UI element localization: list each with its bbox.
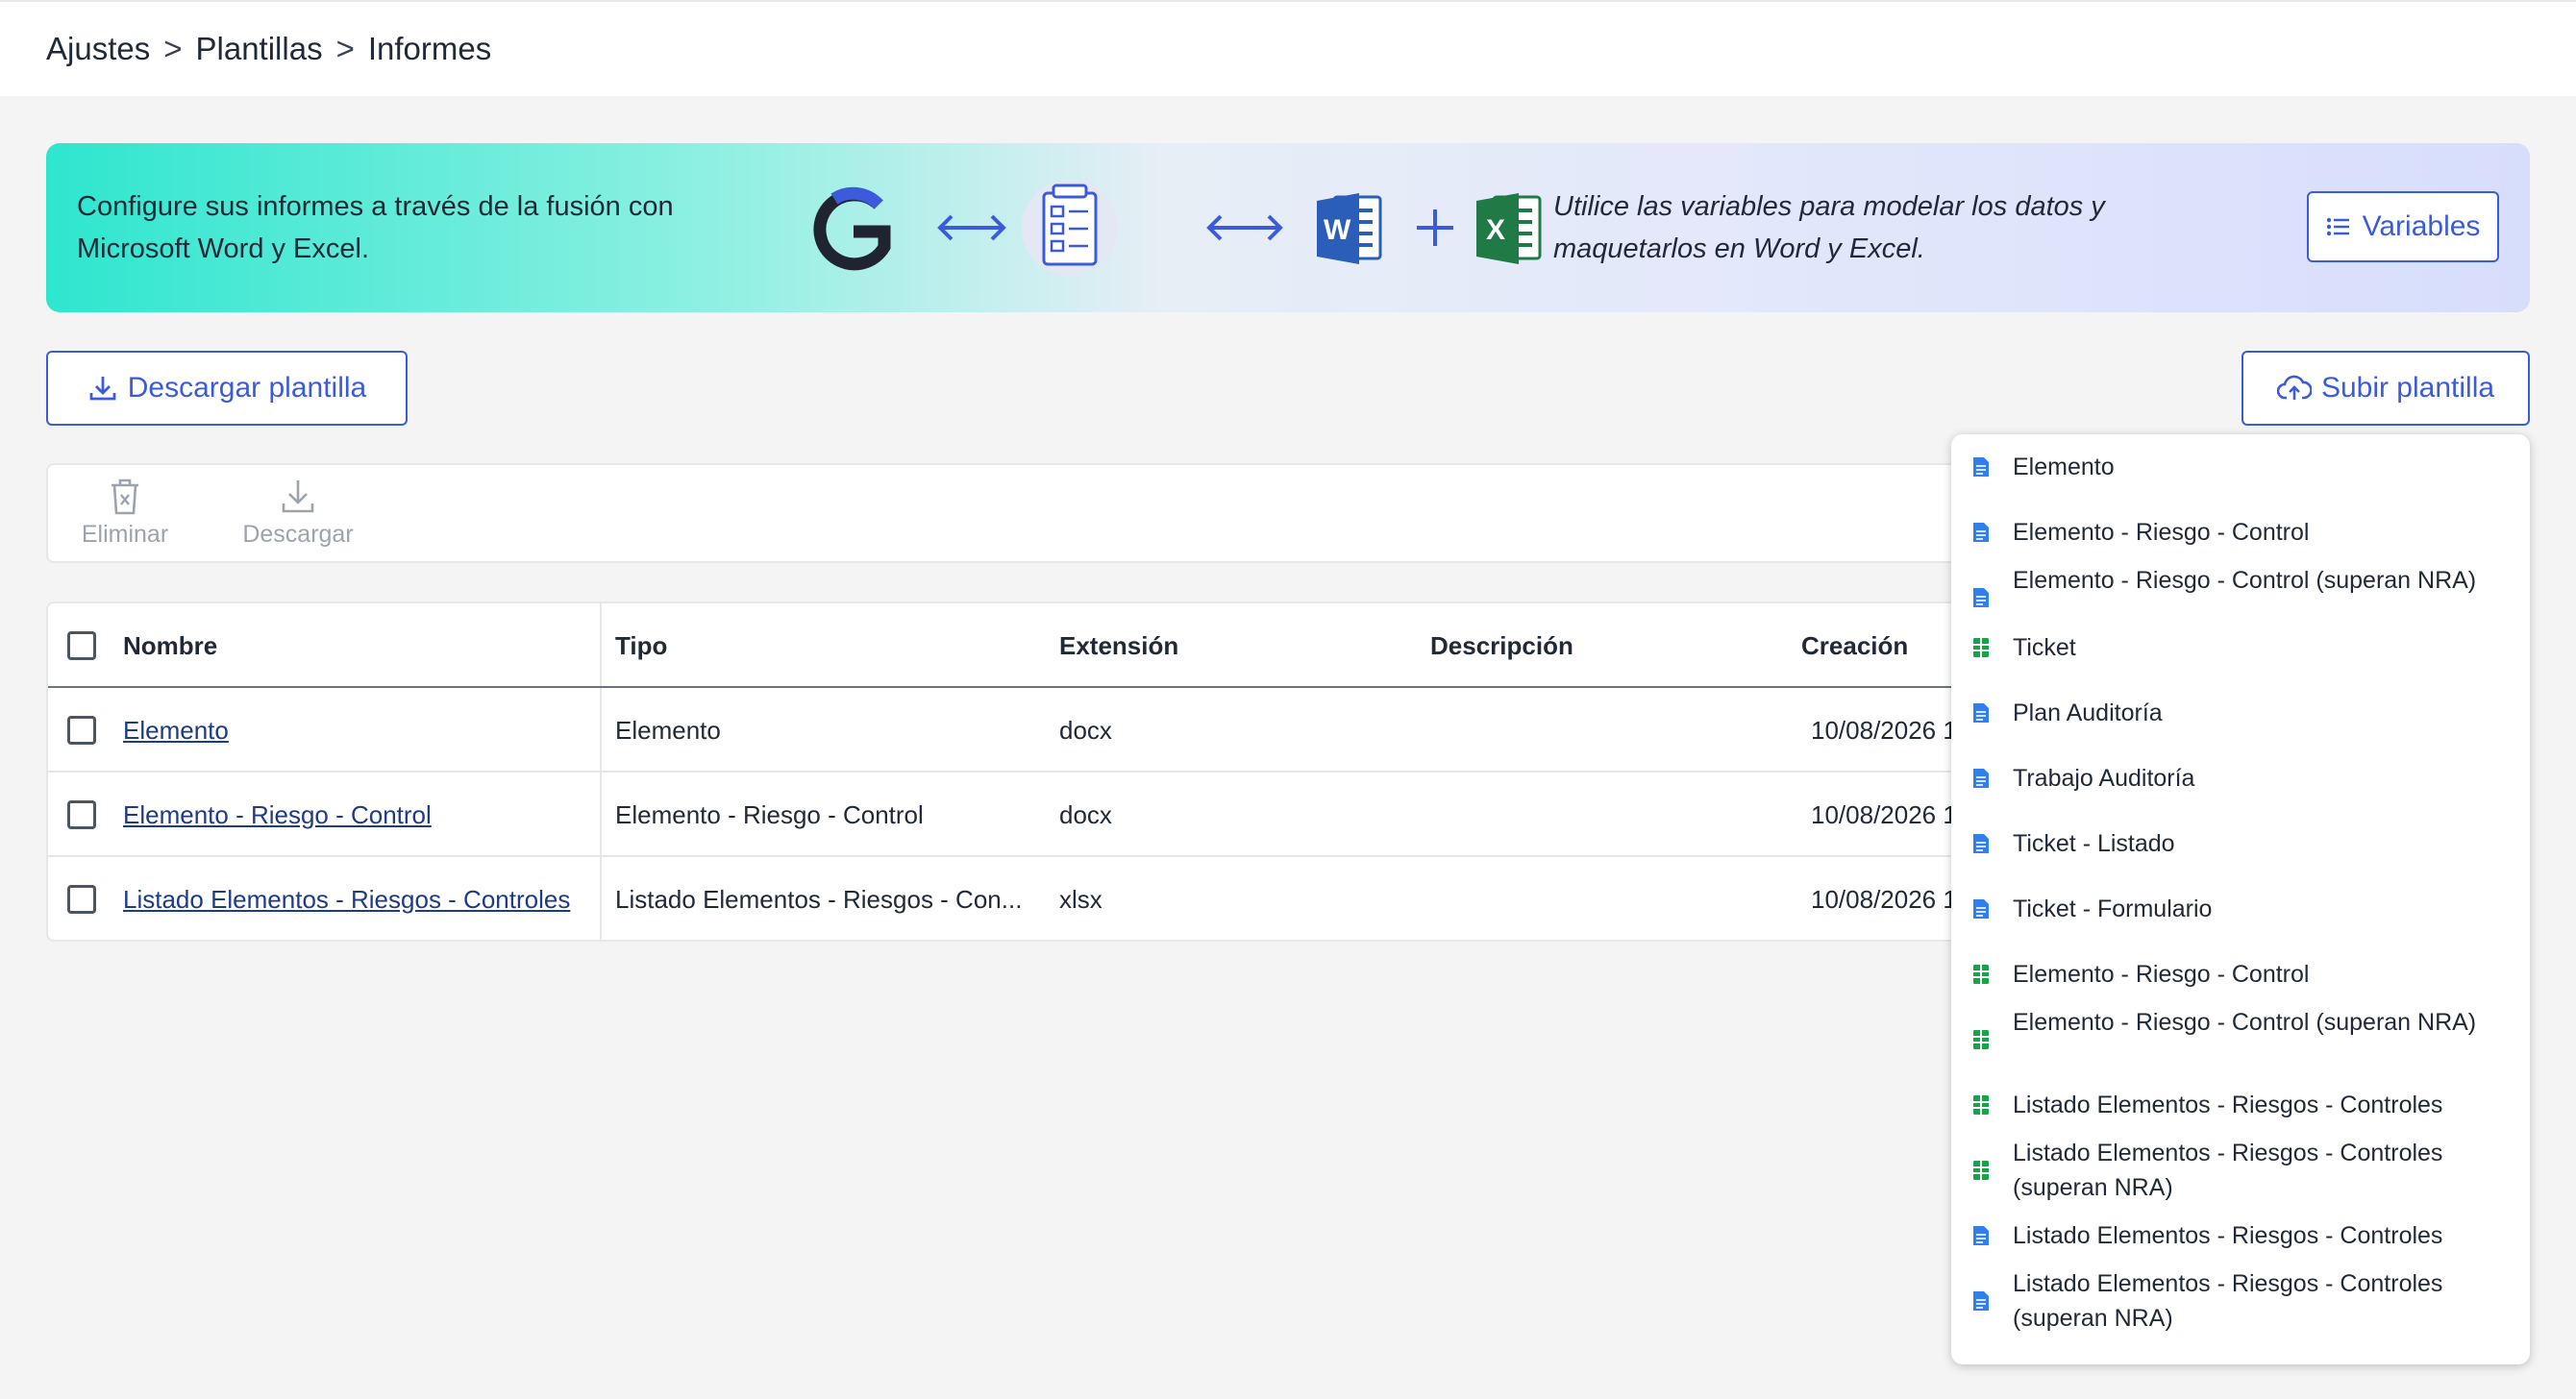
list-icon [2326, 217, 2349, 236]
upload-template-label: Subir plantilla [2320, 372, 2495, 404]
column-header-extension[interactable]: Extensión [1059, 603, 1251, 688]
template-name-link[interactable]: Elemento - Riesgo - Control [123, 800, 432, 830]
upload-menu-item-label: Ticket - Formulario [2013, 896, 2213, 922]
excel-sheet-icon [1973, 1030, 1989, 1049]
upload-menu-item[interactable]: Elemento - Riesgo - Control (superan NRA… [1951, 1005, 2530, 1074]
top-bar: Ajustes > Plantillas > Informes [0, 0, 2576, 96]
cloud-upload-icon [2276, 375, 2312, 400]
excel-icon: X [1476, 193, 1542, 264]
excel-sheet-icon [1973, 1161, 1989, 1180]
banner-integration-icons: W X [813, 180, 1542, 276]
select-all-checkbox[interactable] [67, 631, 96, 660]
row-checkbox[interactable] [67, 800, 96, 829]
template-description [1430, 773, 1719, 857]
template-name-link[interactable]: Listado Elementos - Riesgos - Controles [123, 885, 570, 915]
template-type: Listado Elementos - Riesgos - Con... [615, 884, 1023, 914]
column-header-descripcion[interactable]: Descripción [1430, 603, 1719, 688]
template-extension: docx [1059, 799, 1112, 829]
upload-menu-item[interactable]: Elemento [1951, 450, 2530, 484]
svg-text:X: X [1486, 214, 1505, 246]
word-doc-icon [1973, 769, 1989, 788]
upload-template-menu: Elemento Elemento - Riesgo - Control Eleme… [1951, 434, 2530, 1364]
word-doc-icon [1973, 899, 1989, 919]
word-doc-icon [1973, 703, 1989, 723]
excel-sheet-icon [1973, 965, 1989, 984]
upload-menu-item-label: Plan Auditoría [2013, 700, 2163, 726]
upload-menu-item-label: Trabajo Auditoría [2013, 765, 2195, 792]
upload-menu-item-label: Ticket [2013, 634, 2076, 661]
template-extension: docx [1059, 715, 1112, 745]
breadcrumb-item-ajustes[interactable]: Ajustes [46, 31, 150, 67]
template-description [1430, 688, 1719, 773]
excel-sheet-icon [1973, 638, 1989, 657]
upload-menu-item-label: Ticket - Listado [2013, 830, 2175, 857]
upload-menu-item[interactable]: Ticket - Formulario [1951, 892, 2530, 926]
breadcrumb-item-plantillas[interactable]: Plantillas [196, 31, 323, 67]
double-arrow-icon [1206, 214, 1283, 241]
breadcrumb-separator: > [335, 31, 355, 66]
template-type: Elemento - Riesgo - Control [615, 799, 924, 829]
upload-menu-item-label: Listado Elementos - Riesgos - Controles … [2013, 1270, 2443, 1332]
variables-button-label: Variables [2362, 210, 2481, 242]
word-doc-icon [1973, 457, 1989, 477]
word-doc-icon [1973, 1226, 1989, 1245]
upload-menu-item[interactable]: Ticket [1951, 630, 2530, 665]
download-template-label: Descargar plantilla [127, 372, 367, 404]
word-icon: W [1317, 193, 1382, 264]
template-type: Elemento [615, 715, 721, 745]
upload-menu-item-label: Elemento - Riesgo - Control [2013, 961, 2310, 988]
upload-menu-item-label: Listado Elementos - Riesgos - Controles … [2013, 1140, 2443, 1201]
double-arrow-icon [937, 214, 1006, 241]
svg-text:W: W [1324, 214, 1351, 246]
upload-menu-item-label: Elemento - Riesgo - Control (superan NRA… [2013, 567, 2477, 594]
banner-variables-text: Utilice las variables para modelar los d… [1553, 191, 2105, 264]
download-icon [89, 377, 116, 401]
word-doc-icon [1973, 1291, 1989, 1311]
breadcrumb-item-informes: Informes [367, 31, 492, 66]
delete-button[interactable]: Eliminar [77, 477, 173, 549]
template-form-icon [1022, 180, 1118, 276]
upload-menu-item-label: Elemento - Riesgo - Control (superan NRA… [2013, 1009, 2477, 1036]
row-checkbox[interactable] [67, 716, 96, 745]
row-checkbox[interactable] [67, 885, 96, 914]
download-selected-button[interactable]: Descargar [231, 477, 365, 549]
upload-menu-item[interactable]: Trabajo Auditoría [1951, 761, 2530, 796]
upload-menu-item[interactable]: Ticket - Listado [1951, 826, 2530, 861]
plus-icon [1417, 209, 1453, 246]
template-extension: xlsx [1059, 884, 1102, 914]
download-template-button[interactable]: Descargar plantilla [46, 351, 408, 426]
upload-menu-item-label: Elemento [2013, 454, 2115, 480]
variables-button[interactable]: Variables [2307, 191, 2499, 262]
download-icon [282, 480, 314, 513]
excel-sheet-icon [1973, 1095, 1989, 1115]
upload-menu-item[interactable]: Listado Elementos - Riesgos - Controles … [1951, 1266, 2530, 1336]
breadcrumb: Ajustes > Plantillas > Informes [46, 31, 491, 67]
word-doc-icon [1973, 588, 1989, 607]
column-header-tipo[interactable]: Tipo [615, 603, 1034, 688]
banner-intro-text: Configure sus informes a través de la fu… [77, 191, 674, 264]
upload-menu-item-label: Listado Elementos - Riesgos - Controles [2013, 1222, 2443, 1249]
template-name-link[interactable]: Elemento [123, 716, 229, 746]
breadcrumb-separator: > [163, 31, 183, 66]
column-header-nombre[interactable]: Nombre [123, 603, 594, 688]
upload-menu-item-label: Elemento - Riesgo - Control [2013, 519, 2310, 546]
delete-label: Eliminar [81, 521, 169, 548]
upload-menu-item[interactable]: Listado Elementos - Riesgos - Controles [1951, 1088, 2530, 1122]
template-description [1430, 857, 1719, 940]
upload-menu-item[interactable]: Elemento - Riesgo - Control (superan NRA… [1951, 563, 2530, 632]
upload-template-button[interactable]: Subir plantilla [2242, 351, 2530, 426]
info-banner: Configure sus informes a través de la fu… [46, 143, 2530, 312]
upload-menu-item[interactable]: Listado Elementos - Riesgos - Controles [1951, 1218, 2530, 1253]
g-logo-icon [813, 186, 891, 271]
upload-menu-item[interactable]: Elemento - Riesgo - Control [1951, 957, 2530, 992]
upload-menu-item[interactable]: Listado Elementos - Riesgos - Controles … [1951, 1136, 2530, 1205]
word-doc-icon [1973, 834, 1989, 853]
upload-menu-item[interactable]: Plan Auditoría [1951, 696, 2530, 730]
upload-menu-item[interactable]: Elemento - Riesgo - Control [1951, 515, 2530, 550]
download-label: Descargar [242, 521, 354, 548]
word-doc-icon [1973, 523, 1989, 542]
upload-menu-item-label: Listado Elementos - Riesgos - Controles [2013, 1092, 2443, 1118]
trash-icon [111, 479, 138, 515]
